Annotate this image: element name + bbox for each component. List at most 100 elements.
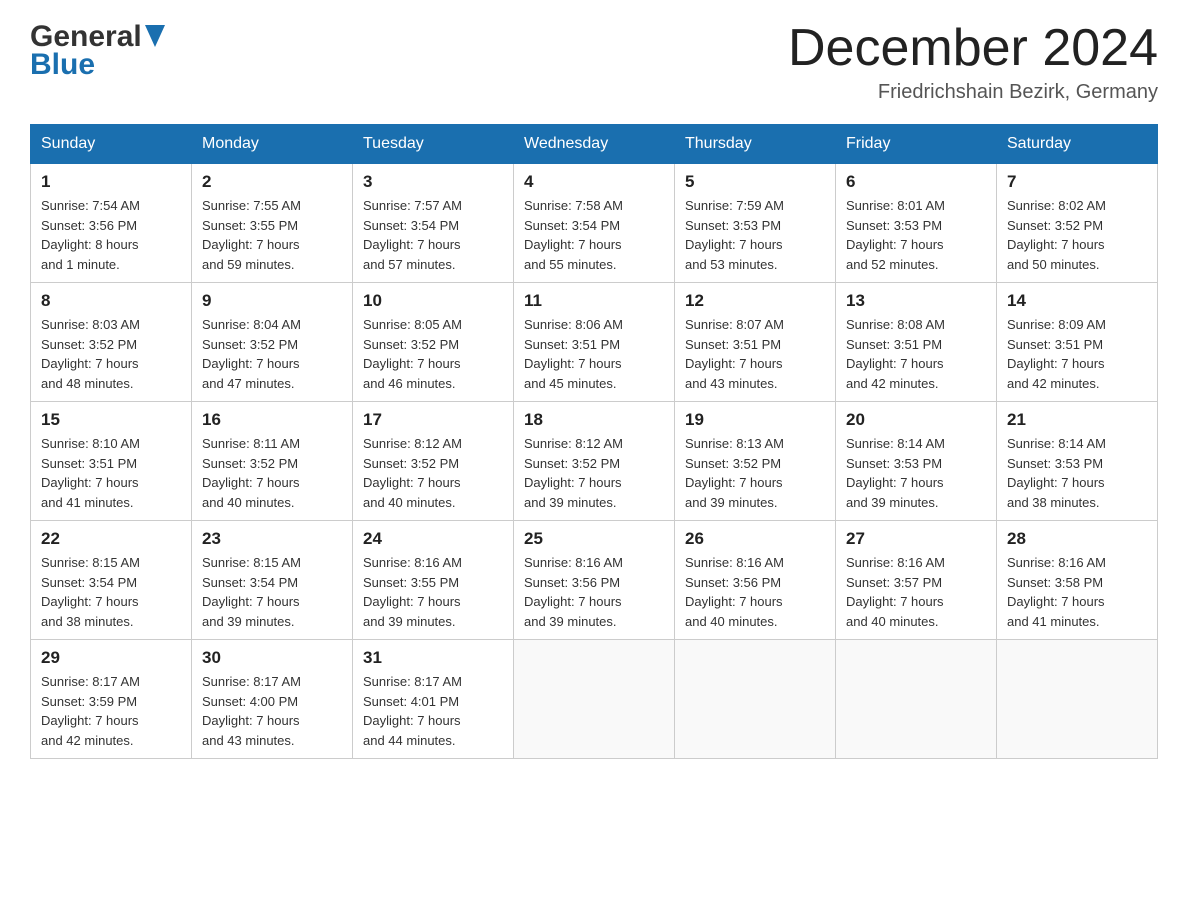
- calendar-cell: 8 Sunrise: 8:03 AMSunset: 3:52 PMDaylight…: [31, 283, 192, 402]
- calendar-cell: 3 Sunrise: 7:57 AMSunset: 3:54 PMDaylight…: [353, 164, 514, 283]
- day-number: 1: [41, 172, 181, 192]
- calendar-cell: [675, 640, 836, 759]
- calendar-week-row: 8 Sunrise: 8:03 AMSunset: 3:52 PMDaylight…: [31, 283, 1158, 402]
- calendar-cell: 2 Sunrise: 7:55 AMSunset: 3:55 PMDaylight…: [192, 164, 353, 283]
- calendar-body: 1 Sunrise: 7:54 AMSunset: 3:56 PMDaylight…: [31, 164, 1158, 759]
- day-info: Sunrise: 7:57 AMSunset: 3:54 PMDaylight:…: [363, 196, 503, 274]
- day-number: 8: [41, 291, 181, 311]
- day-number: 29: [41, 648, 181, 668]
- calendar-week-row: 1 Sunrise: 7:54 AMSunset: 3:56 PMDaylight…: [31, 164, 1158, 283]
- day-info: Sunrise: 8:16 AMSunset: 3:56 PMDaylight:…: [524, 553, 664, 631]
- day-info: Sunrise: 8:10 AMSunset: 3:51 PMDaylight:…: [41, 434, 181, 512]
- col-tuesday: Tuesday: [353, 125, 514, 164]
- day-number: 22: [41, 529, 181, 549]
- calendar-cell: 23Sunrise: 8:15 AMSunset: 3:54 PMDayligh…: [192, 521, 353, 640]
- col-thursday: Thursday: [675, 125, 836, 164]
- day-info: Sunrise: 7:58 AMSunset: 3:54 PMDaylight:…: [524, 196, 664, 274]
- day-info: Sunrise: 8:14 AMSunset: 3:53 PMDaylight:…: [846, 434, 986, 512]
- day-number: 18: [524, 410, 664, 430]
- logo-blue-text: Blue: [30, 48, 165, 82]
- calendar-cell: 17Sunrise: 8:12 AMSunset: 3:52 PMDayligh…: [353, 402, 514, 521]
- day-number: 21: [1007, 410, 1147, 430]
- day-info: Sunrise: 8:01 AMSunset: 3:53 PMDaylight:…: [846, 196, 986, 274]
- col-monday: Monday: [192, 125, 353, 164]
- calendar-cell: 24 Sunrise: 8:16 AMSunset: 3:55 PMDayligh…: [353, 521, 514, 640]
- calendar-cell: 28 Sunrise: 8:16 AMSunset: 3:58 PMDayligh…: [997, 521, 1158, 640]
- calendar-cell: 25 Sunrise: 8:16 AMSunset: 3:56 PMDayligh…: [514, 521, 675, 640]
- day-number: 3: [363, 172, 503, 192]
- day-number: 2: [202, 172, 342, 192]
- day-info: Sunrise: 8:15 AMSunset: 3:54 PMDaylight:…: [202, 553, 342, 631]
- day-number: 26: [685, 529, 825, 549]
- calendar-cell: 5 Sunrise: 7:59 AMSunset: 3:53 PMDaylight…: [675, 164, 836, 283]
- day-info: Sunrise: 8:13 AMSunset: 3:52 PMDaylight:…: [685, 434, 825, 512]
- calendar-table: Sunday Monday Tuesday Wednesday Thursday…: [30, 124, 1158, 759]
- title-block: December 2024 Friedrichshain Bezirk, Ger…: [788, 20, 1158, 104]
- day-number: 4: [524, 172, 664, 192]
- day-info: Sunrise: 8:12 AMSunset: 3:52 PMDaylight:…: [524, 434, 664, 512]
- day-number: 16: [202, 410, 342, 430]
- day-number: 7: [1007, 172, 1147, 192]
- col-wednesday: Wednesday: [514, 125, 675, 164]
- day-info: Sunrise: 8:16 AMSunset: 3:57 PMDaylight:…: [846, 553, 986, 631]
- calendar-cell: 1 Sunrise: 7:54 AMSunset: 3:56 PMDaylight…: [31, 164, 192, 283]
- day-number: 24: [363, 529, 503, 549]
- day-info: Sunrise: 8:16 AMSunset: 3:55 PMDaylight:…: [363, 553, 503, 631]
- calendar-week-row: 15 Sunrise: 8:10 AMSunset: 3:51 PMDayligh…: [31, 402, 1158, 521]
- day-number: 17: [363, 410, 503, 430]
- calendar-cell: 31Sunrise: 8:17 AMSunset: 4:01 PMDayligh…: [353, 640, 514, 759]
- calendar-cell: 26 Sunrise: 8:16 AMSunset: 3:56 PMDayligh…: [675, 521, 836, 640]
- day-number: 15: [41, 410, 181, 430]
- day-number: 5: [685, 172, 825, 192]
- calendar-cell: 30 Sunrise: 8:17 AMSunset: 4:00 PMDayligh…: [192, 640, 353, 759]
- calendar-week-row: 22 Sunrise: 8:15 AMSunset: 3:54 PMDayligh…: [31, 521, 1158, 640]
- calendar-header: Sunday Monday Tuesday Wednesday Thursday…: [31, 125, 1158, 164]
- day-info: Sunrise: 7:54 AMSunset: 3:56 PMDaylight:…: [41, 196, 181, 274]
- day-info: Sunrise: 8:17 AMSunset: 4:00 PMDaylight:…: [202, 672, 342, 750]
- day-number: 27: [846, 529, 986, 549]
- calendar-cell: 19 Sunrise: 8:13 AMSunset: 3:52 PMDayligh…: [675, 402, 836, 521]
- day-number: 10: [363, 291, 503, 311]
- day-number: 9: [202, 291, 342, 311]
- day-info: Sunrise: 7:59 AMSunset: 3:53 PMDaylight:…: [685, 196, 825, 274]
- day-info: Sunrise: 8:17 AMSunset: 4:01 PMDaylight:…: [363, 672, 503, 750]
- day-info: Sunrise: 8:16 AMSunset: 3:56 PMDaylight:…: [685, 553, 825, 631]
- day-number: 28: [1007, 529, 1147, 549]
- calendar-cell: 14Sunrise: 8:09 AMSunset: 3:51 PMDayligh…: [997, 283, 1158, 402]
- calendar-cell: [514, 640, 675, 759]
- day-info: Sunrise: 8:09 AMSunset: 3:51 PMDaylight:…: [1007, 315, 1147, 393]
- day-info: Sunrise: 8:16 AMSunset: 3:58 PMDaylight:…: [1007, 553, 1147, 631]
- day-info: Sunrise: 8:03 AMSunset: 3:52 PMDaylight:…: [41, 315, 181, 393]
- calendar-cell: 27 Sunrise: 8:16 AMSunset: 3:57 PMDayligh…: [836, 521, 997, 640]
- calendar-cell: 6 Sunrise: 8:01 AMSunset: 3:53 PMDaylight…: [836, 164, 997, 283]
- day-info: Sunrise: 7:55 AMSunset: 3:55 PMDaylight:…: [202, 196, 342, 274]
- location-title: Friedrichshain Bezirk, Germany: [788, 81, 1158, 104]
- day-info: Sunrise: 8:06 AMSunset: 3:51 PMDaylight:…: [524, 315, 664, 393]
- day-info: Sunrise: 8:04 AMSunset: 3:52 PMDaylight:…: [202, 315, 342, 393]
- calendar-cell: [836, 640, 997, 759]
- day-number: 6: [846, 172, 986, 192]
- calendar-cell: 15 Sunrise: 8:10 AMSunset: 3:51 PMDayligh…: [31, 402, 192, 521]
- month-title: December 2024: [788, 20, 1158, 77]
- calendar-cell: 18 Sunrise: 8:12 AMSunset: 3:52 PMDayligh…: [514, 402, 675, 521]
- page-header: General Blue December 2024 Friedrichshai…: [30, 20, 1158, 104]
- col-saturday: Saturday: [997, 125, 1158, 164]
- calendar-cell: 10Sunrise: 8:05 AMSunset: 3:52 PMDayligh…: [353, 283, 514, 402]
- calendar-cell: 7Sunrise: 8:02 AMSunset: 3:52 PMDaylight…: [997, 164, 1158, 283]
- calendar-cell: [997, 640, 1158, 759]
- calendar-cell: 22 Sunrise: 8:15 AMSunset: 3:54 PMDayligh…: [31, 521, 192, 640]
- day-number: 30: [202, 648, 342, 668]
- calendar-cell: 12Sunrise: 8:07 AMSunset: 3:51 PMDayligh…: [675, 283, 836, 402]
- day-number: 20: [846, 410, 986, 430]
- day-number: 25: [524, 529, 664, 549]
- day-info: Sunrise: 8:15 AMSunset: 3:54 PMDaylight:…: [41, 553, 181, 631]
- col-friday: Friday: [836, 125, 997, 164]
- col-sunday: Sunday: [31, 125, 192, 164]
- day-number: 12: [685, 291, 825, 311]
- calendar-week-row: 29Sunrise: 8:17 AMSunset: 3:59 PMDayligh…: [31, 640, 1158, 759]
- calendar-cell: 21Sunrise: 8:14 AMSunset: 3:53 PMDayligh…: [997, 402, 1158, 521]
- calendar-cell: 29Sunrise: 8:17 AMSunset: 3:59 PMDayligh…: [31, 640, 192, 759]
- calendar-cell: 16 Sunrise: 8:11 AMSunset: 3:52 PMDayligh…: [192, 402, 353, 521]
- day-number: 19: [685, 410, 825, 430]
- day-info: Sunrise: 8:11 AMSunset: 3:52 PMDaylight:…: [202, 434, 342, 512]
